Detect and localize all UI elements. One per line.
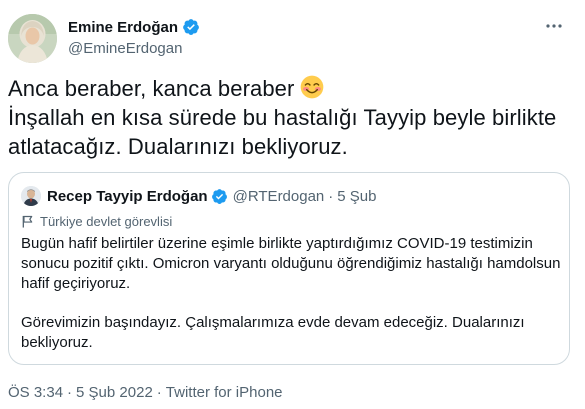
tweet-time[interactable]: ÖS 3:34 — [8, 384, 63, 401]
tweet-source[interactable]: Twitter for iPhone — [166, 384, 283, 401]
quoted-paragraph-2: Görevimizin başındayız. Çalışmalarımıza … — [21, 314, 525, 351]
government-official-label: Türkiye devlet görevlisi — [21, 214, 172, 229]
quoted-author-avatar-image — [21, 186, 41, 206]
tweet-line-1: Anca beraber, kanca beraber — [8, 74, 578, 103]
quoted-verified-badge-icon — [211, 188, 227, 204]
quoted-author-display-name[interactable]: Recep Tayyip Erdoğan — [47, 188, 208, 205]
meta-separator-1: · — [67, 384, 73, 401]
quoted-author-avatar[interactable] — [21, 186, 41, 206]
tweet-line-3: atlatacağız. Dualarınızı bekliyoruz. — [8, 134, 348, 159]
tweet-text: Anca beraber, kanca beraber İnşallah en … — [8, 74, 578, 161]
tweet-line-1-text: Anca beraber, kanca beraber — [8, 76, 295, 101]
quoted-date[interactable]: 5 Şub — [337, 188, 376, 205]
tweet-header: Emine Erdoğan @EmineErdogan — [8, 12, 568, 64]
author-handle[interactable]: @EmineErdogan — [68, 40, 182, 57]
quoted-separator: · — [328, 187, 334, 205]
smiling-face-emoji-icon — [301, 75, 324, 99]
author-avatar-image — [8, 14, 57, 63]
quoted-tweet-card[interactable]: Recep Tayyip Erdoğan @RTErdogan · 5 Şub … — [8, 172, 570, 365]
verified-badge-icon — [183, 19, 199, 35]
quoted-tweet-header: Recep Tayyip Erdoğan @RTErdogan · 5 Şub — [21, 186, 376, 206]
quoted-tweet-text: Bugün hafif belirtiler üzerine eşimle bi… — [21, 234, 561, 353]
author-display-name[interactable]: Emine Erdoğan — [68, 19, 178, 36]
tweet-meta: ÖS 3:34 · 5 Şub 2022 · Twitter for iPhon… — [8, 384, 283, 401]
tweet-line-2: İnşallah en kısa sürede bu hastalığı Tay… — [8, 105, 557, 130]
meta-separator-2: · — [156, 384, 162, 401]
more-options-icon[interactable] — [544, 16, 564, 36]
quoted-paragraph-1: Bugün hafif belirtiler üzerine eşimle bi… — [21, 235, 561, 292]
flag-icon — [22, 215, 33, 228]
tweet-date[interactable]: 5 Şub 2022 — [76, 384, 153, 401]
quoted-author-handle[interactable]: @RTErdogan — [233, 188, 325, 205]
government-official-label-text: Türkiye devlet görevlisi — [40, 214, 173, 229]
author-avatar[interactable] — [8, 14, 57, 63]
